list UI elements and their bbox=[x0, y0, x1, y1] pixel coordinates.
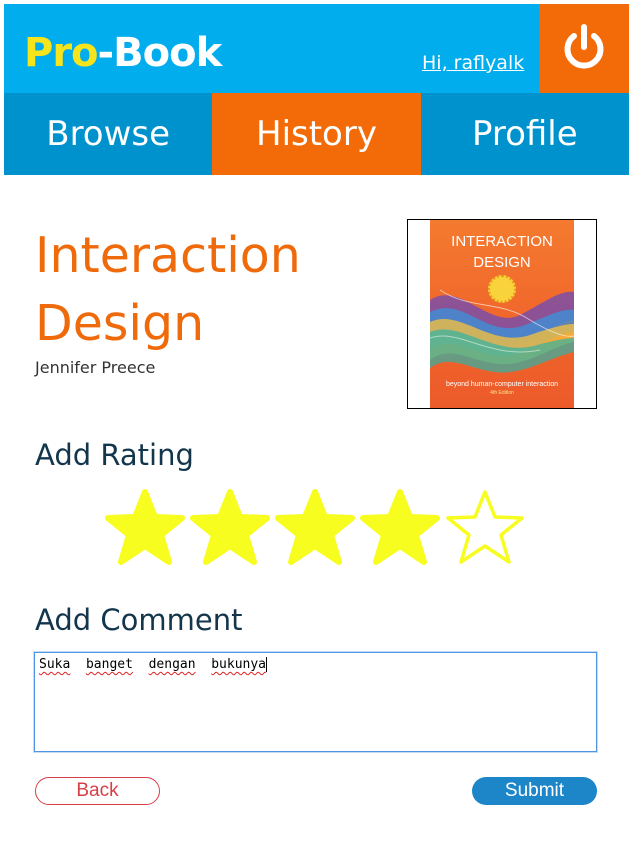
logout-button[interactable] bbox=[539, 4, 629, 93]
app-header: Pro-Book Hi, raflyalk bbox=[4, 4, 629, 93]
text-cursor bbox=[266, 657, 268, 672]
logo-book-text: -Book bbox=[97, 30, 223, 76]
rating-heading: Add Rating bbox=[35, 438, 194, 472]
star-icon-1[interactable] bbox=[104, 488, 186, 570]
logo-pro-text: Pro bbox=[24, 30, 99, 76]
cover-edition: 4th Edition bbox=[490, 390, 514, 396]
star-icon-4[interactable] bbox=[359, 488, 441, 570]
star-icon-2[interactable] bbox=[189, 488, 271, 570]
power-icon bbox=[564, 24, 604, 69]
comment-word: Suka bbox=[39, 657, 71, 672]
main-nav: Browse History Profile bbox=[4, 93, 629, 175]
star-rating[interactable] bbox=[104, 488, 529, 570]
comment-word: banget bbox=[85, 657, 133, 672]
book-cover-image: INTERACTION DESIGN beyond human-computer… bbox=[430, 220, 574, 408]
comment-textarea[interactable]: Suka banget dengan bukunya bbox=[33, 651, 598, 753]
comment-heading: Add Comment bbox=[35, 603, 243, 637]
app-logo[interactable]: Pro-Book bbox=[24, 30, 223, 76]
submit-button[interactable]: Submit bbox=[472, 777, 597, 805]
cover-title: INTERACTION DESIGN bbox=[451, 233, 553, 271]
tab-browse[interactable]: Browse bbox=[4, 93, 212, 175]
tab-profile[interactable]: Profile bbox=[421, 93, 629, 175]
back-button[interactable]: Back bbox=[35, 777, 160, 805]
comment-word: bukunya bbox=[211, 657, 267, 672]
tab-history[interactable]: History bbox=[212, 93, 421, 175]
book-author: Jennifer Preece bbox=[35, 358, 156, 377]
user-greeting-link[interactable]: Hi, raflyalk bbox=[422, 51, 524, 75]
star-icon-3[interactable] bbox=[274, 488, 356, 570]
book-cover: INTERACTION DESIGN beyond human-computer… bbox=[407, 219, 597, 409]
book-title: Interaction Design bbox=[35, 227, 301, 352]
cover-badge bbox=[488, 275, 516, 303]
star-icon-5[interactable] bbox=[444, 488, 526, 570]
comment-word: dengan bbox=[148, 657, 196, 672]
cover-subtitle: beyond human-computer interaction bbox=[445, 381, 559, 388]
